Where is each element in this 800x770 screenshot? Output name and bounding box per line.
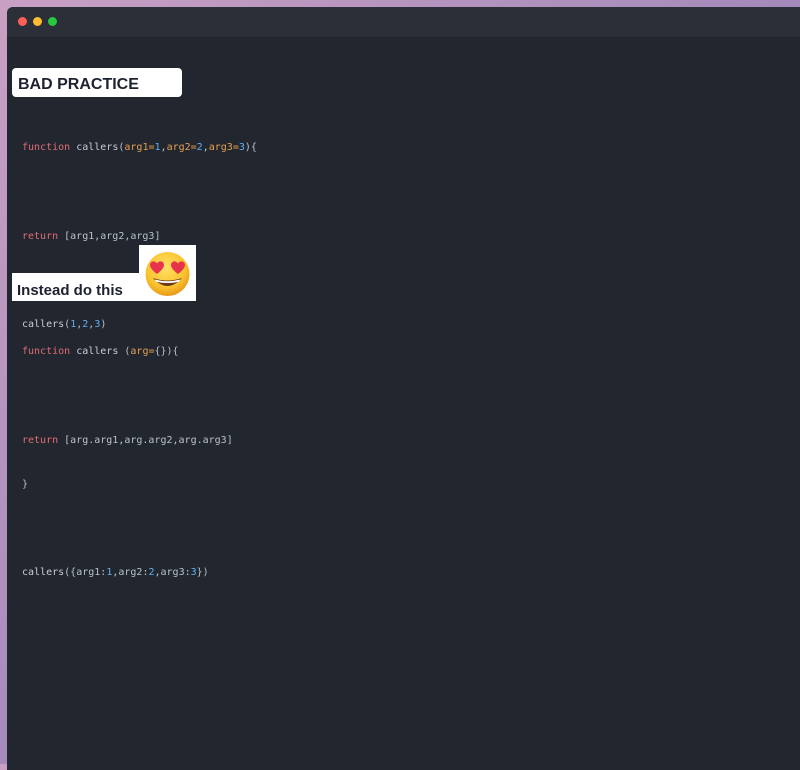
keyword: return: [22, 434, 59, 446]
param: arg1=: [124, 142, 155, 154]
code-window: BAD PRACTICE function callers(arg1=1,arg…: [7, 7, 800, 770]
keyword: function: [22, 346, 71, 358]
code-line: function callers (arg={}){: [22, 345, 233, 360]
param: arg3=: [208, 142, 239, 154]
code-text: [arg1,arg2,arg3]: [58, 230, 161, 242]
code-text: }: [22, 478, 29, 490]
function-name: callers: [76, 142, 119, 154]
code-line: function callers(arg1=1,arg2=2,arg3=3){: [22, 141, 257, 156]
bad-practice-heading: BAD PRACTICE: [12, 68, 182, 97]
punct: ,arg3:: [154, 566, 191, 578]
function-name: callers: [76, 346, 119, 358]
function-name: callers: [22, 566, 65, 578]
punct: (: [118, 346, 131, 358]
close-window-button[interactable]: [18, 17, 27, 26]
code-text: [arg.arg1,arg.arg2,arg.arg3]: [58, 434, 233, 446]
minimize-window-button[interactable]: [33, 17, 42, 26]
punct: ){: [244, 142, 257, 154]
punct: {}){: [154, 346, 179, 358]
maximize-window-button[interactable]: [48, 17, 57, 26]
punct: ({arg1:: [64, 566, 107, 578]
keyword: function: [22, 142, 71, 154]
param: arg=: [130, 346, 155, 358]
heart-eyes-emoji-icon: [139, 245, 196, 301]
window-titlebar: [7, 7, 800, 37]
heart-eyes-emoji-svg: [145, 252, 190, 296]
code-line: return [arg.arg1,arg.arg2,arg.arg3]: [22, 434, 233, 449]
instead-heading: Instead do this: [12, 273, 145, 301]
punct: }): [196, 566, 209, 578]
good-practice-code: function callers (arg={}){ return [arg.a…: [22, 316, 233, 610]
param: arg2=: [166, 142, 197, 154]
punct: ,arg2:: [112, 566, 149, 578]
code-line: callers({arg1:1,arg2:2,arg3:3}): [22, 566, 233, 581]
code-line: return [arg1,arg2,arg3]: [22, 230, 257, 245]
code-line: }: [22, 478, 233, 493]
keyword: return: [22, 230, 59, 242]
